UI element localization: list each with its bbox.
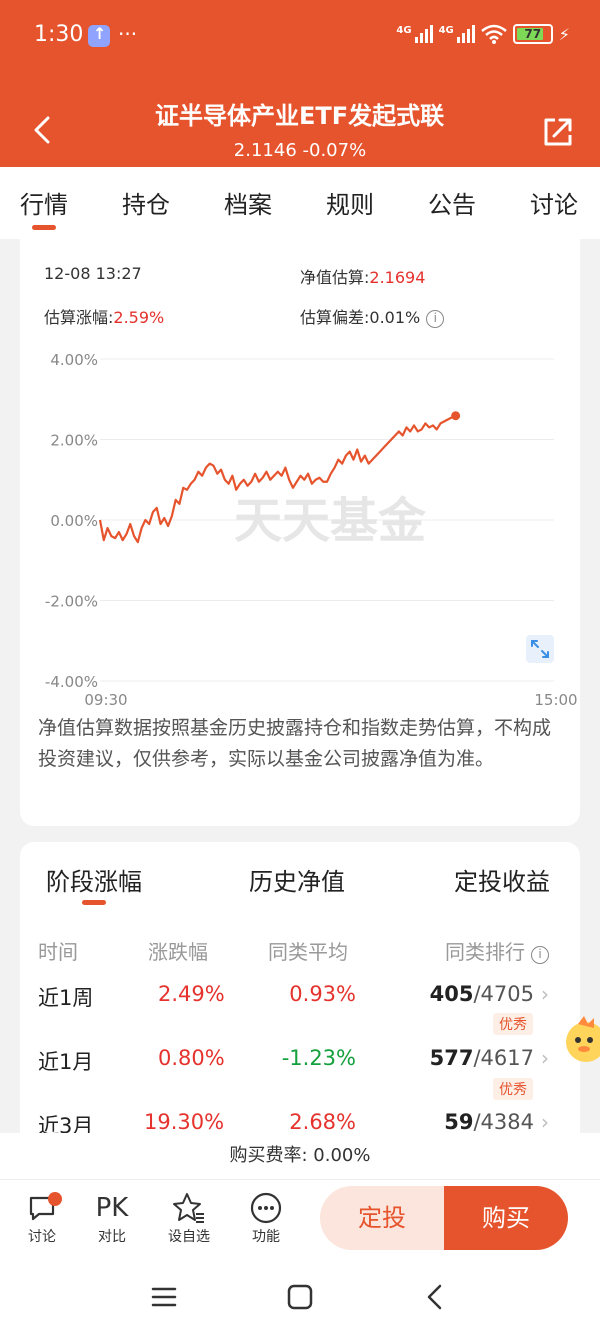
purchase-fee: 购买费率: 0.00% <box>0 1133 600 1179</box>
add-watchlist-button[interactable]: 设自选 <box>159 1190 219 1246</box>
rank-badge: 优秀 <box>493 1013 533 1035</box>
row-period: 近1周 <box>38 986 94 1010</box>
charging-icon: ⚡ <box>558 24 570 44</box>
app-header: 1:30 ··· 4G 4G 77 ⚡ <box>0 0 600 167</box>
series-end-point <box>451 411 461 421</box>
row-avg: 2.68% <box>289 1110 356 1134</box>
status-indicators: 4G 4G 77 ⚡ <box>396 24 570 44</box>
performance-card: 阶段涨幅 历史净值 定投收益 时间 涨跌幅 同类平均 同类排行 i 近1周 2.4… <box>20 842 580 1142</box>
system-nav-bar <box>0 1259 600 1335</box>
status-more-icon: ··· <box>118 22 138 46</box>
pk-icon: PK <box>95 1193 129 1223</box>
dingtou-button[interactable]: 定投 <box>320 1186 444 1250</box>
estimate-disclaimer: 净值估算数据按照基金历史披露持仓和指数走势估算，不构成投资建议，仅供参考，实际以… <box>38 717 552 770</box>
row-change: 2.49% <box>158 982 225 1006</box>
tab-holdings[interactable]: 持仓 <box>122 185 170 220</box>
chevron-right-icon: › <box>541 1110 549 1134</box>
more-functions-button[interactable]: 功能 <box>236 1190 296 1246</box>
row-rank: 405/4705 <box>429 982 534 1006</box>
home-icon[interactable] <box>284 1281 316 1313</box>
chevron-right-icon: › <box>541 982 549 1006</box>
subtab-dingtou-returns[interactable]: 定投收益 <box>454 862 550 897</box>
chat-bubble-icon <box>12 1190 72 1226</box>
mascot-icon[interactable] <box>560 1012 600 1072</box>
row-rank: 59/4384 <box>444 1110 534 1134</box>
row-period: 近1月 <box>38 1050 94 1074</box>
tab-discussion[interactable]: 讨论 <box>530 185 578 220</box>
y-tick-label: 2.00% <box>50 432 98 450</box>
subtab-stage-returns[interactable]: 阶段涨幅 <box>46 862 142 897</box>
row-avg: 0.93% <box>289 982 356 1006</box>
chart-watermark: 天天基金 <box>234 493 427 549</box>
row-rank: 577/4617 <box>429 1046 534 1070</box>
x-tick-label: 15:00 <box>534 691 577 709</box>
star-icon <box>159 1190 219 1226</box>
signal-icon: 4G <box>439 25 475 43</box>
chevron-right-icon: › <box>541 1046 549 1070</box>
x-tick-label: 09:30 <box>84 691 127 709</box>
battery-icon: 77 <box>512 24 553 44</box>
y-tick-label: -2.00% <box>45 593 98 611</box>
status-time: 1:30 <box>34 22 84 47</box>
bottom-action-bar: 讨论 PK 对比 设自选 功能 定投 购买 <box>0 1179 600 1259</box>
col-header-period: 时间 <box>38 940 78 964</box>
more-icon <box>236 1190 296 1226</box>
tab-active-indicator <box>32 225 56 230</box>
app-update-icon <box>88 24 110 47</box>
info-icon[interactable]: i <box>531 946 549 964</box>
row-change: 19.30% <box>144 1110 225 1134</box>
rank-badge: 优秀 <box>493 1078 533 1100</box>
row-change: 0.80% <box>158 1046 225 1070</box>
menu-icon[interactable] <box>148 1281 180 1313</box>
fund-nav-change: 2.1146 -0.07% <box>233 140 367 161</box>
estimate-chart: 4.00% 2.00% 0.00% -2.00% -4.00%09:30 15:00 天天基… <box>45 351 578 709</box>
fullscreen-icon[interactable] <box>526 635 554 663</box>
y-tick-label: 0.00% <box>50 512 98 530</box>
subtab-history-nav[interactable]: 历史净值 <box>249 862 345 897</box>
tab-profile[interactable]: 档案 <box>224 185 272 220</box>
compare-button[interactable]: PK 对比 <box>82 1190 142 1246</box>
col-header-change: 涨跌幅 <box>148 940 208 964</box>
tab-market[interactable]: 行情 <box>20 185 68 220</box>
wifi-icon <box>480 24 507 44</box>
main-tabs: 行情 持仓 档案 规则 公告 讨论 <box>0 167 600 239</box>
share-icon[interactable] <box>540 114 576 150</box>
row-avg: -1.23% <box>281 1046 356 1070</box>
back-icon[interactable] <box>420 1281 452 1313</box>
subtab-active-indicator <box>82 900 106 905</box>
buy-button[interactable]: 购买 <box>444 1186 568 1250</box>
signal-icon: 4G <box>396 25 433 43</box>
discuss-button[interactable]: 讨论 <box>12 1190 72 1246</box>
notification-dot <box>48 1192 62 1206</box>
col-header-rank: 同类排行 i <box>445 936 549 965</box>
y-tick-label: 4.00% <box>50 351 98 369</box>
estimate-card: 12-08 13:27 净值估算:2.1694 估算涨幅:2.59% 估算偏差:… <box>20 239 580 826</box>
y-tick-label: -4.00% <box>45 673 98 691</box>
status-bar: 1:30 ··· 4G 4G 77 ⚡ <box>0 0 600 70</box>
tab-rules[interactable]: 规则 <box>326 185 374 220</box>
col-header-avg: 同类平均 <box>268 940 348 964</box>
tab-announcements[interactable]: 公告 <box>428 185 476 220</box>
fund-title: 证半导体产业ETF发起式联 <box>155 102 445 130</box>
